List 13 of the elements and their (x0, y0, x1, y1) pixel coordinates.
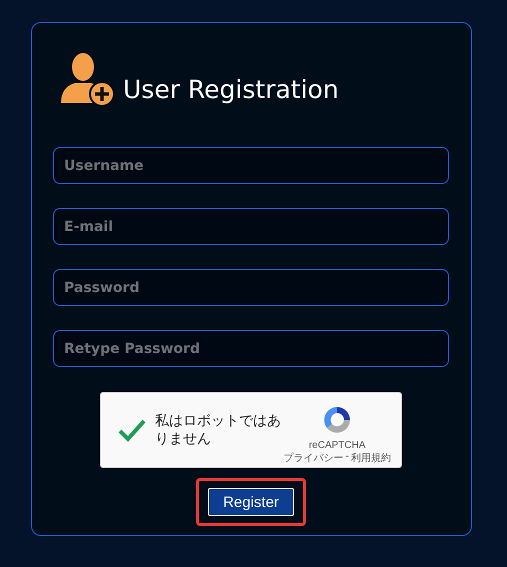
input-field[interactable]: Retype Password (53, 330, 449, 367)
register-button[interactable]: Register (208, 488, 294, 516)
captcha-brand: reCAPTCHA (308, 440, 366, 450)
terms-link[interactable]: 利用規約 (351, 450, 391, 464)
checkmark-icon[interactable] (117, 418, 147, 442)
input-field[interactable]: Password (53, 269, 449, 306)
add-user-icon (59, 53, 115, 107)
separator-text: - (345, 450, 349, 464)
privacy-link[interactable]: プライバシー (283, 450, 344, 464)
captcha-label: 私はロボットではありません (155, 412, 282, 448)
form-title: User Registration (123, 74, 339, 104)
input-field[interactable]: E-mail (53, 208, 449, 245)
input-field[interactable]: Username (53, 147, 449, 184)
